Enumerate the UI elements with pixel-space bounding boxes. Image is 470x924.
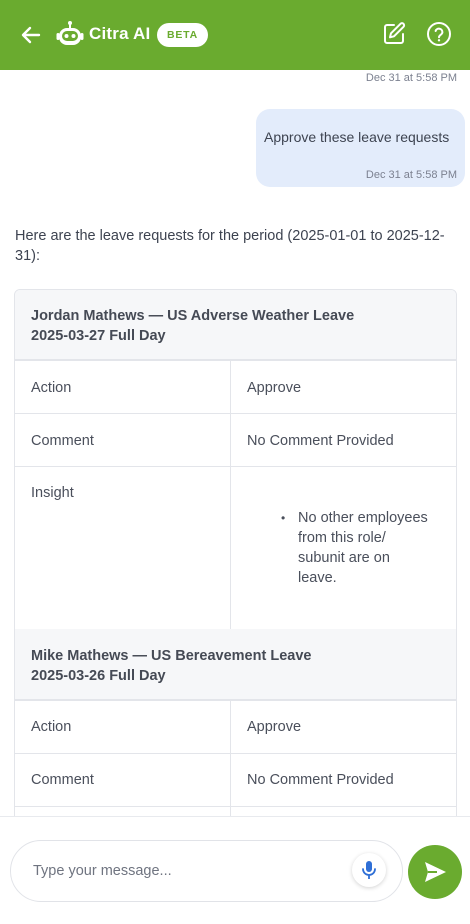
table-row: Action Approve [15, 361, 456, 414]
table-row: Insight No other employees from this rol… [15, 467, 456, 629]
leave-request-title: Mike Mathews — US Bereavement Leave 2025… [15, 629, 456, 701]
chat-scroll-area[interactable]: Dec 31 at 5:58 PM Approve these leave re… [0, 70, 470, 816]
robot-logo-icon [56, 20, 84, 48]
request-date: 2025-03-26 Full Day [31, 668, 166, 684]
send-button[interactable] [408, 845, 462, 899]
app-header: Citra AI BETA [0, 0, 470, 70]
row-value: No Comment Provided [247, 433, 394, 449]
edit-icon[interactable] [381, 21, 407, 47]
microphone-icon[interactable] [352, 853, 386, 887]
insight-list: No other employees from this role/ subun… [231, 467, 431, 588]
app-title: Citra AI [89, 24, 151, 43]
row-label: Action [15, 701, 231, 753]
leave-requests-card: Jordan Mathews — US Adverse Weather Leav… [14, 289, 457, 816]
bot-message-text: Here are the leave requests for the peri… [15, 228, 445, 264]
help-icon[interactable] [425, 20, 453, 48]
table-row: Comment No Comment Provided [15, 754, 456, 807]
message-input[interactable] [10, 840, 403, 902]
leave-request-title: Jordan Mathews — US Adverse Weather Leav… [15, 290, 456, 361]
table-row: Comment No Comment Provided [15, 414, 456, 467]
row-value [231, 807, 456, 816]
row-value: Approve [247, 380, 302, 396]
row-label: Comment [15, 754, 231, 806]
request-date: 2025-03-27 Full Day [31, 328, 166, 344]
user-message-bubble: Approve these leave requests Dec 31 at 5… [256, 109, 465, 187]
beta-badge: BETA [157, 23, 208, 47]
send-icon [425, 862, 446, 882]
row-label: Comment [15, 414, 231, 466]
row-label: Action [15, 361, 231, 413]
row-value: No Comment Provided [247, 772, 394, 788]
insight-cell: No other employees from this role/ subun… [231, 467, 456, 629]
user-message-text: Approve these leave requests [264, 129, 450, 145]
table-row [15, 807, 456, 816]
table-row: Action Approve [15, 701, 456, 754]
row-label [15, 807, 231, 816]
message-timestamp: Dec 31 at 5:58 PM [365, 169, 457, 181]
request-employee-leave: Jordan Mathews — US Adverse Weather Leav… [31, 308, 355, 324]
row-label: Insight [15, 467, 231, 629]
back-arrow-icon[interactable] [18, 22, 44, 48]
message-timestamp: Dec 31 at 5:58 PM [365, 72, 457, 84]
insight-item: No other employees from this role/ subun… [281, 508, 431, 588]
row-value: Approve [247, 719, 302, 735]
request-employee-leave: Mike Mathews — US Bereavement Leave [31, 648, 312, 664]
